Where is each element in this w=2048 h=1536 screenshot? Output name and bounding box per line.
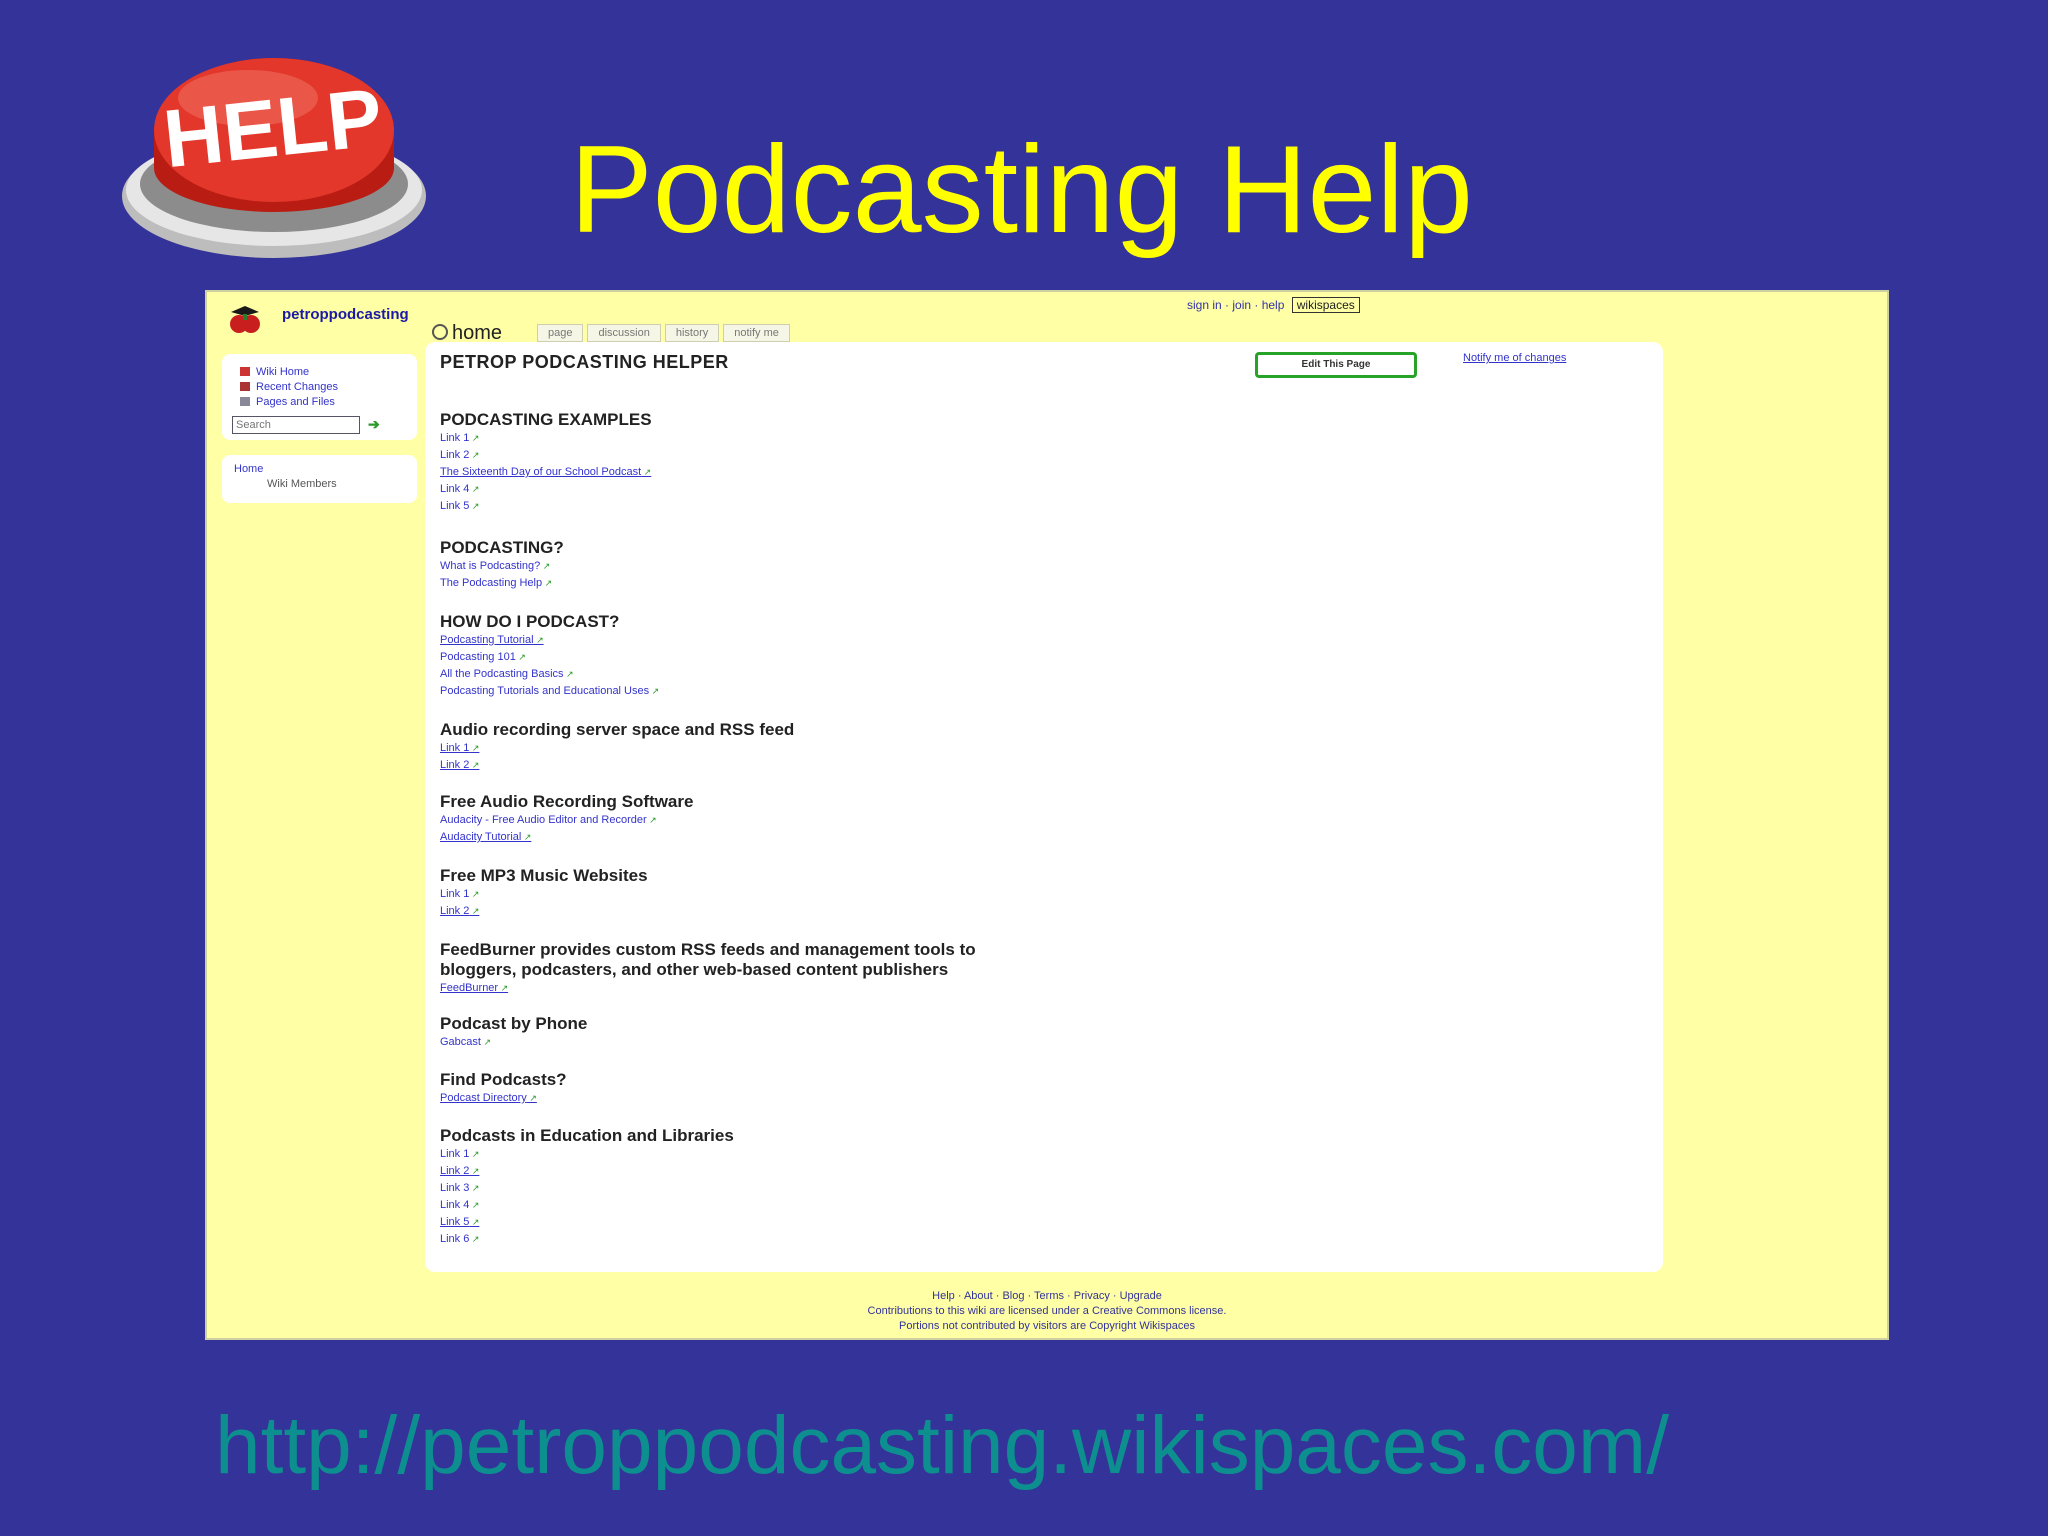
sidebar-item-label: Pages and Files	[256, 396, 335, 408]
list-item[interactable]: Gabcast	[440, 1034, 587, 1051]
page-tabs: page discussion history notify me	[537, 324, 790, 342]
section-free-mp3-music: Free MP3 Music Websites Link 1 Link 2	[440, 866, 648, 920]
section-title: HOW DO I PODCAST?	[440, 612, 620, 631]
section-podcasting: PODCASTING? What is Podcasting? The Podc…	[440, 538, 564, 592]
sidebar-item-pages-files[interactable]: Pages and Files	[240, 396, 335, 408]
list-item[interactable]: Link 2	[440, 903, 648, 920]
help-button-image: HELP	[122, 58, 426, 258]
changes-icon	[240, 382, 250, 391]
list-item[interactable]: Link 1	[440, 430, 652, 447]
wiki-name-link[interactable]: petroppodcasting	[282, 306, 409, 323]
section-feedburner: FeedBurner provides custom RSS feeds and…	[440, 940, 976, 997]
section-title: FeedBurner provides custom RSS feeds and…	[440, 940, 976, 959]
section-podcast-by-phone: Podcast by Phone Gabcast	[440, 1014, 587, 1051]
sidebar-item-label: Wiki Home	[256, 366, 310, 378]
section-title: Audio recording server space and RSS fee…	[440, 720, 795, 739]
list-item[interactable]: Podcast Directory	[440, 1090, 567, 1107]
list-item[interactable]: Link 4	[440, 481, 652, 498]
list-item[interactable]: Audacity - Free Audio Editor and Recorde…	[440, 812, 693, 829]
section-free-audio-software: Free Audio Recording Software Audacity -…	[440, 792, 693, 846]
list-item[interactable]: Podcasting 101	[440, 649, 659, 666]
tab-notify[interactable]: notify me	[723, 324, 790, 342]
wiki-url: http://petroppodcasting.wikispaces.com/	[215, 1400, 1669, 1491]
sidebar-item-recent-changes[interactable]: Recent Changes	[240, 381, 338, 393]
list-item[interactable]: Link 6	[440, 1231, 734, 1248]
list-item[interactable]: Link 2	[440, 1163, 734, 1180]
notify-link[interactable]: Notify me of changes	[1463, 352, 1566, 364]
list-item[interactable]: FeedBurner	[440, 980, 976, 997]
section-title: Free MP3 Music Websites	[440, 866, 648, 885]
search-input[interactable]	[232, 416, 360, 434]
section-title: Podcast by Phone	[440, 1014, 588, 1033]
section-audio-recording-server: Audio recording server space and RSS fee…	[440, 720, 794, 774]
list-item[interactable]: Link 1	[440, 740, 794, 757]
home-icon	[240, 367, 250, 376]
list-item[interactable]: All the Podcasting Basics	[440, 666, 659, 683]
list-item[interactable]: Audacity Tutorial	[440, 829, 693, 846]
home-text: home	[452, 322, 503, 344]
list-item[interactable]: Link 5	[440, 498, 652, 515]
list-item[interactable]: Link 1	[440, 886, 648, 903]
slide-title: Podcasting Help	[570, 121, 1473, 259]
sidebar-item-label: Recent Changes	[256, 381, 338, 393]
section-title: PODCASTING EXAMPLES	[440, 410, 652, 429]
footer-copyright: Portions not contributed by visitors are…	[899, 1320, 1195, 1332]
list-item[interactable]: Link 3	[440, 1180, 734, 1197]
list-item[interactable]: What is Podcasting?	[440, 558, 564, 575]
page-content: PETROP PODCASTING HELPER Edit This Page …	[425, 342, 1663, 1272]
list-item[interactable]: Link 4	[440, 1197, 734, 1214]
section-title: PODCASTING?	[440, 538, 564, 557]
footer-links[interactable]: Help · About · Blog · Terms · Privacy · …	[207, 1290, 1887, 1302]
list-item[interactable]: The Podcasting Help	[440, 575, 564, 592]
top-links[interactable]: sign in · join · help	[1187, 298, 1284, 312]
page-title: PETROP PODCASTING HELPER	[440, 352, 729, 372]
edit-page-button[interactable]: Edit This Page	[1255, 352, 1417, 378]
sidebar-item-members[interactable]: Wiki Members	[267, 478, 337, 490]
list-item[interactable]: Podcasting Tutorial	[440, 632, 659, 649]
wikispaces-badge[interactable]: wikispaces	[1291, 297, 1360, 313]
section-podcasts-education: Podcasts in Education and Libraries Link…	[440, 1126, 734, 1248]
list-item[interactable]: The Sixteenth Day of our School Podcast	[440, 464, 652, 481]
sidebar-pages: Home Wiki Members	[222, 455, 417, 503]
section-how-do-i-podcast: HOW DO I PODCAST? Podcasting Tutorial Po…	[440, 612, 659, 700]
wiki-screenshot: petroppodcasting sign in · join · help w…	[205, 290, 1889, 1340]
tab-history[interactable]: history	[664, 324, 720, 342]
home-icon	[432, 324, 448, 340]
footer-license: Contributions to this wiki are licensed …	[867, 1305, 1227, 1317]
sidebar-item-home[interactable]: Home	[234, 463, 263, 475]
section-title: Free Audio Recording Software	[440, 792, 694, 811]
wiki-logo-icon	[230, 306, 260, 333]
section-title: Podcasts in Education and Libraries	[440, 1126, 734, 1145]
files-icon	[240, 397, 250, 406]
section-title-line2: bloggers, podcasters, and other web-base…	[440, 960, 949, 979]
top-right-links[interactable]: sign in · join · help wikispaces	[1187, 297, 1360, 313]
list-item[interactable]: Link 2	[440, 447, 652, 464]
sidebar-item-wiki-home[interactable]: Wiki Home	[240, 366, 309, 378]
tab-discussion[interactable]: discussion	[587, 324, 661, 342]
section-podcasting-examples: PODCASTING EXAMPLES Link 1 Link 2 The Si…	[440, 410, 652, 515]
section-title: Find Podcasts?	[440, 1070, 567, 1089]
sidebar-navigation: Wiki Home Recent Changes Pages and Files…	[222, 354, 417, 440]
list-item[interactable]: Link 2	[440, 757, 794, 774]
section-find-podcasts: Find Podcasts? Podcast Directory	[440, 1070, 567, 1107]
list-item[interactable]: Link 1	[440, 1146, 734, 1163]
list-item[interactable]: Link 5	[440, 1214, 734, 1231]
search-go-icon[interactable]: ➔	[368, 416, 380, 433]
list-item[interactable]: Podcasting Tutorials and Educational Use…	[440, 683, 659, 700]
tab-page[interactable]: page	[537, 324, 584, 342]
